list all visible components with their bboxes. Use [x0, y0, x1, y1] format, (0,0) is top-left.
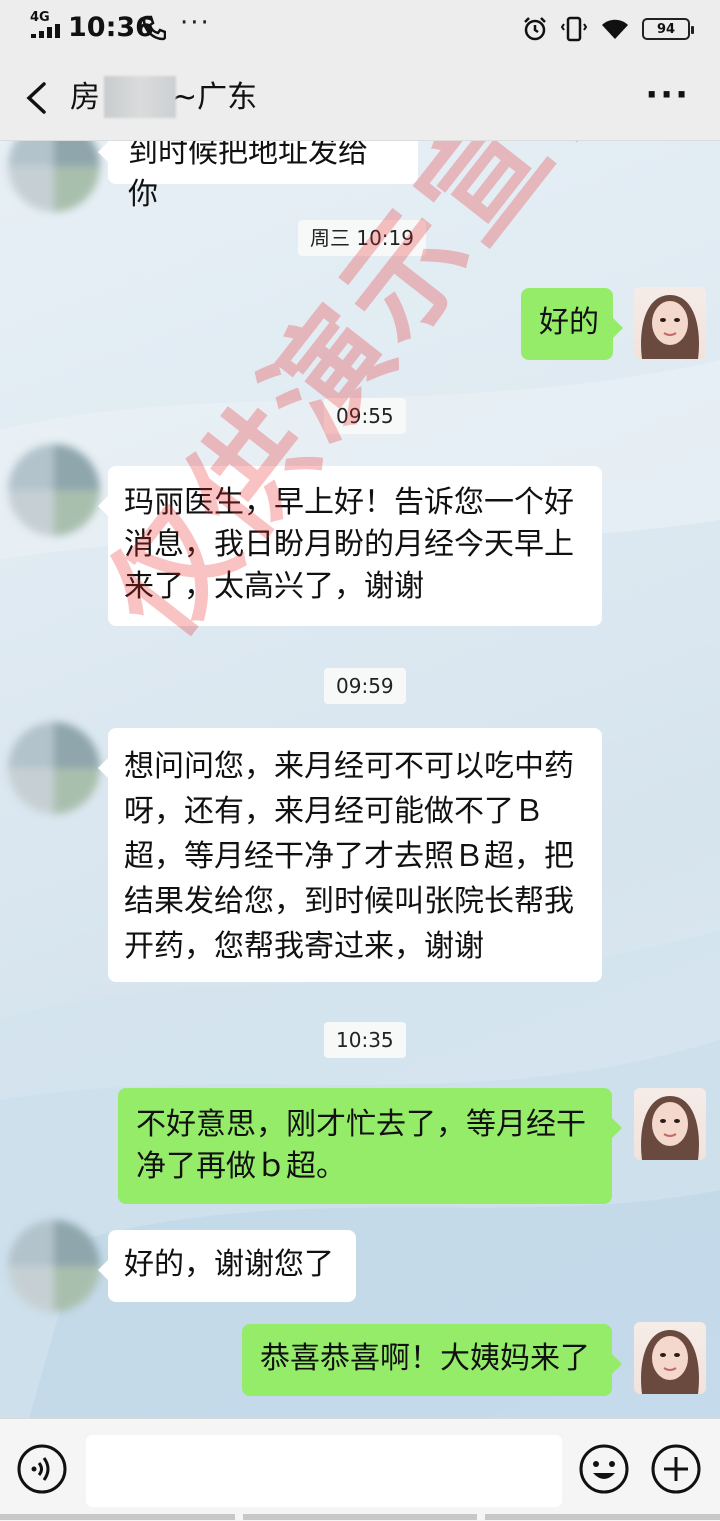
message-bubble[interactable]: 好的 — [521, 288, 623, 360]
message-text: 想问问您，来月经可不可以吃中药呀，还有，来月经可能做不了Ｂ超，等月经干净了才去照… — [124, 749, 574, 964]
contact-avatar[interactable] — [8, 444, 100, 536]
emoji-button[interactable] — [578, 1443, 630, 1495]
input-bar — [0, 1418, 720, 1521]
battery-icon: 94 — [642, 18, 694, 40]
timestamp: 09:59 — [324, 668, 406, 704]
emoji-icon — [579, 1444, 629, 1494]
contact-avatar[interactable] — [8, 722, 100, 814]
battery-level: 94 — [656, 21, 676, 37]
status-icons: 94 — [522, 14, 694, 44]
message-text: 好的，谢谢您了 — [124, 1247, 334, 1282]
message-bubble[interactable]: 恭喜恭喜啊！大姨妈来了 — [242, 1324, 622, 1396]
message-bubble[interactable]: 好的，谢谢您了 — [98, 1230, 356, 1302]
message-input[interactable] — [86, 1435, 562, 1507]
my-avatar[interactable] — [634, 1322, 706, 1394]
timestamp: 周三 10:19 — [298, 220, 426, 256]
my-avatar[interactable] — [634, 1088, 706, 1160]
my-avatar[interactable] — [634, 287, 706, 359]
voice-icon — [17, 1444, 67, 1494]
status-bar: 4G 10:36 ··· 94 — [0, 0, 720, 58]
phone-call-icon — [142, 15, 166, 41]
timestamp: 10:35 — [324, 1022, 406, 1058]
more-functions-button[interactable] — [650, 1443, 702, 1495]
avatar-portrait — [641, 1096, 699, 1160]
voice-button[interactable] — [16, 1443, 68, 1495]
message-text: 不好意思，刚才忙去了，等月经干净了再做ｂ超。 — [136, 1107, 586, 1184]
message-bubble[interactable]: 玛丽医生，早上好！告诉您一个好消息，我日盼月盼的月经今天早上来了，太高兴了，谢谢 — [98, 466, 602, 626]
timestamp: 09:55 — [324, 398, 406, 434]
message-text: 恭喜恭喜啊！大姨妈来了 — [260, 1341, 590, 1376]
title-redaction — [104, 76, 176, 118]
notification-more-icon: ··· — [180, 8, 211, 38]
plus-icon — [651, 1444, 701, 1494]
chat-title-prefix: 房 — [70, 80, 100, 115]
more-options-button[interactable]: ··· — [645, 78, 690, 112]
message-bubble[interactable]: 想问问您，来月经可不可以吃中药呀，还有，来月经可能做不了Ｂ超，等月经干净了才去照… — [98, 728, 602, 982]
vibrate-icon — [560, 16, 588, 42]
chat-header: 房 ~广东 ··· — [0, 58, 720, 141]
chevron-left-icon — [26, 82, 46, 114]
network-type: 4G — [30, 10, 50, 25]
signal-icon — [31, 24, 60, 38]
bottom-edge — [0, 1514, 720, 1520]
avatar-portrait — [641, 1330, 699, 1394]
avatar-portrait — [641, 295, 699, 359]
message-text: 玛丽医生，早上好！告诉您一个好消息，我日盼月盼的月经今天早上来了，太高兴了，谢谢 — [124, 485, 574, 604]
contact-avatar[interactable] — [8, 1220, 100, 1312]
back-button[interactable] — [16, 78, 56, 118]
message-bubble[interactable]: 不好意思，刚才忙去了，等月经干净了再做ｂ超。 — [118, 1088, 622, 1204]
alarm-icon — [524, 17, 546, 41]
message-text: 好的 — [539, 305, 599, 340]
chat-title-suffix: ~广东 — [172, 80, 258, 115]
wifi-icon — [602, 19, 628, 39]
